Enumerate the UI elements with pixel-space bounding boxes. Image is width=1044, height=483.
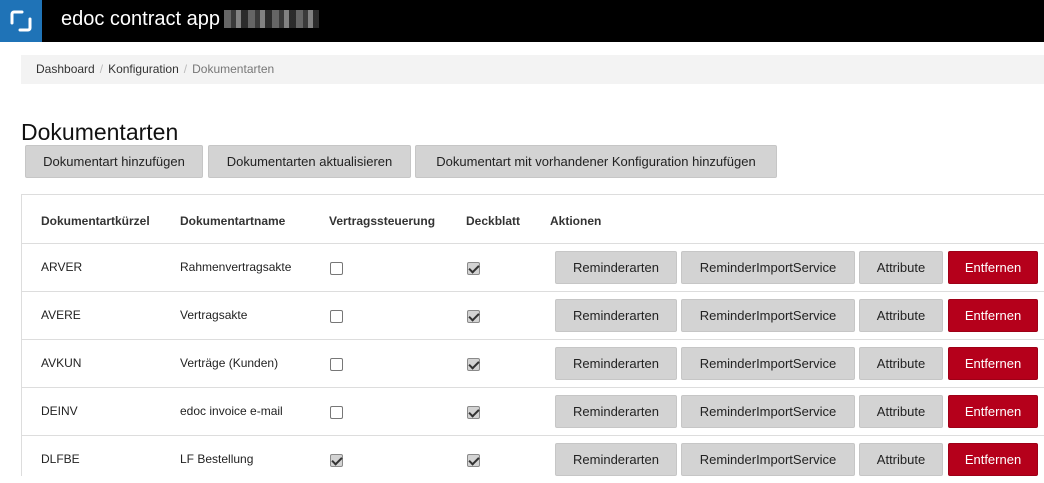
cell-code: DLFBE (41, 452, 80, 466)
breadcrumb-separator: / (99, 62, 104, 76)
reminderarten-button[interactable]: Reminderarten (555, 299, 677, 332)
document-types-table: Dokumentartkürzel Dokumentartname Vertra… (21, 194, 1044, 476)
app-title: edoc contract app (61, 8, 220, 30)
remove-button[interactable]: Entfernen (948, 443, 1038, 476)
add-with-config-button[interactable]: Dokumentart mit vorhandener Konfiguratio… (415, 145, 777, 178)
add-document-type-button[interactable]: Dokumentart hinzufügen (25, 145, 203, 178)
remove-button[interactable]: Entfernen (948, 299, 1038, 332)
attribute-button[interactable]: Attribute (859, 299, 943, 332)
deckblatt-checkbox[interactable] (467, 262, 480, 275)
reminder-import-service-button[interactable]: ReminderImportService (681, 395, 855, 428)
cell-name: LF Bestellung (180, 452, 254, 466)
vertragssteuerung-checkbox[interactable] (330, 358, 343, 371)
header-deckblatt: Deckblatt (466, 214, 521, 228)
breadcrumb-current: Dokumentarten (192, 62, 275, 76)
cell-name: Verträge (Kunden) (180, 356, 279, 370)
vertragssteuerung-checkbox[interactable] (330, 262, 343, 275)
reminder-import-service-button[interactable]: ReminderImportService (681, 299, 855, 332)
breadcrumb-dashboard[interactable]: Dashboard (36, 62, 95, 76)
table-row: AVKUN Verträge (Kunden) Reminderarten Re… (22, 339, 1044, 387)
breadcrumb-konfiguration[interactable]: Konfiguration (108, 62, 179, 76)
reminderarten-button[interactable]: Reminderarten (555, 443, 677, 476)
cell-name: Vertragsakte (180, 308, 248, 322)
table-row: ARVER Rahmenvertragsakte Reminderarten R… (22, 243, 1044, 291)
table-row: DEINV edoc invoice e-mail Reminderarten … (22, 387, 1044, 435)
cell-code: ARVER (41, 260, 83, 274)
logo-icon (10, 10, 32, 32)
header-vertragssteuerung: Vertragssteuerung (329, 214, 436, 228)
attribute-button[interactable]: Attribute (859, 395, 943, 428)
vertragssteuerung-checkbox[interactable] (330, 454, 343, 467)
reminder-import-service-button[interactable]: ReminderImportService (681, 251, 855, 284)
app-logo[interactable] (0, 0, 42, 42)
cell-code: AVKUN (41, 356, 82, 370)
header-aktionen: Aktionen (550, 214, 602, 228)
reminderarten-button[interactable]: Reminderarten (555, 347, 677, 380)
remove-button[interactable]: Entfernen (948, 347, 1038, 380)
attribute-button[interactable]: Attribute (859, 443, 943, 476)
top-bar: edoc contract app (0, 0, 1044, 42)
reminder-import-service-button[interactable]: ReminderImportService (681, 347, 855, 380)
page-title: Dokumentarten (21, 119, 179, 145)
breadcrumb: Dashboard / Konfiguration / Dokumentarten (21, 55, 1044, 84)
cell-name: Rahmenvertragsakte (180, 260, 292, 274)
cell-name: edoc invoice e-mail (180, 404, 283, 418)
header-name: Dokumentartname (180, 214, 286, 228)
attribute-button[interactable]: Attribute (859, 347, 943, 380)
vertragssteuerung-checkbox[interactable] (330, 310, 343, 323)
deckblatt-checkbox[interactable] (467, 358, 480, 371)
reminderarten-button[interactable]: Reminderarten (555, 251, 677, 284)
vertragssteuerung-checkbox[interactable] (330, 406, 343, 419)
deckblatt-checkbox[interactable] (467, 310, 480, 323)
remove-button[interactable]: Entfernen (948, 395, 1038, 428)
cell-code: AVERE (41, 308, 81, 322)
table-row: AVERE Vertragsakte Reminderarten Reminde… (22, 291, 1044, 339)
reminder-import-service-button[interactable]: ReminderImportService (681, 443, 855, 476)
refresh-document-types-button[interactable]: Dokumentarten aktualisieren (208, 145, 411, 178)
cell-code: DEINV (41, 404, 78, 418)
deckblatt-checkbox[interactable] (467, 406, 480, 419)
breadcrumb-separator: / (183, 62, 188, 76)
reminderarten-button[interactable]: Reminderarten (555, 395, 677, 428)
remove-button[interactable]: Entfernen (948, 251, 1038, 284)
redacted-user-info (224, 10, 319, 28)
attribute-button[interactable]: Attribute (859, 251, 943, 284)
header-code: Dokumentartkürzel (41, 214, 150, 228)
deckblatt-checkbox[interactable] (467, 454, 480, 467)
